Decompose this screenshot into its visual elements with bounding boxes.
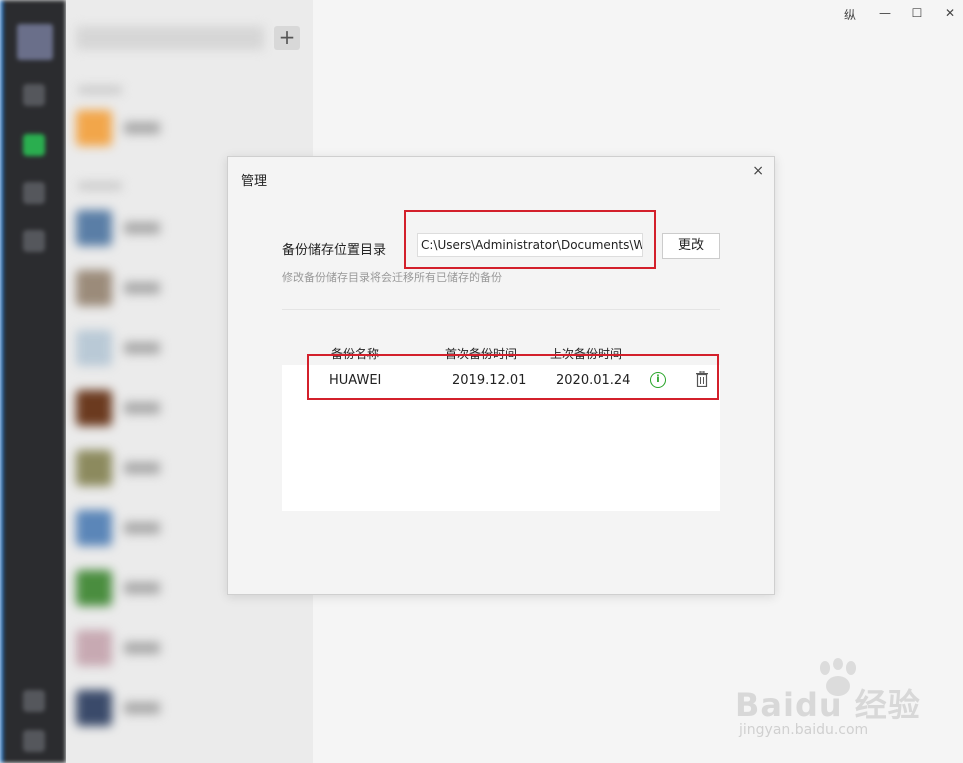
list-item[interactable] <box>74 106 304 154</box>
contacts-icon[interactable] <box>23 134 45 156</box>
dialog-title: 管理 <box>241 174 268 189</box>
minimize-button[interactable]: — <box>874 6 896 20</box>
watermark-url: jingyan.baidu.com <box>739 722 869 738</box>
files-icon[interactable] <box>23 230 45 252</box>
left-nav-bar <box>0 0 66 763</box>
maximize-button[interactable]: ☐ <box>906 6 928 20</box>
add-button[interactable]: + <box>274 26 300 50</box>
list-item[interactable] <box>74 626 304 674</box>
section-label <box>78 86 122 94</box>
pin-icon[interactable]: 纵 <box>839 6 861 23</box>
chat-icon[interactable] <box>23 84 45 106</box>
dialog-close-button[interactable]: × <box>752 163 764 179</box>
search-input[interactable] <box>76 26 264 50</box>
highlight-box-dir <box>404 210 656 269</box>
divider <box>282 309 720 310</box>
close-window-button[interactable]: ✕ <box>939 6 961 20</box>
phone-icon[interactable] <box>23 690 45 712</box>
dir-hint-text: 修改备份储存目录将会迁移所有已储存的备份 <box>282 271 502 284</box>
section-label <box>78 182 122 190</box>
backup-dir-label: 备份储存位置目录 <box>282 243 387 258</box>
baidu-watermark: Baidu 经验 jingyan.baidu.com <box>735 658 935 748</box>
favorites-icon[interactable] <box>23 182 45 204</box>
avatar[interactable] <box>17 24 53 60</box>
highlight-box-row <box>307 354 719 400</box>
change-dir-button[interactable]: 更改 <box>662 233 720 259</box>
list-item[interactable] <box>74 686 304 734</box>
watermark-logo-text: Baidu 经验 <box>735 686 921 724</box>
menu-icon[interactable] <box>23 730 45 752</box>
